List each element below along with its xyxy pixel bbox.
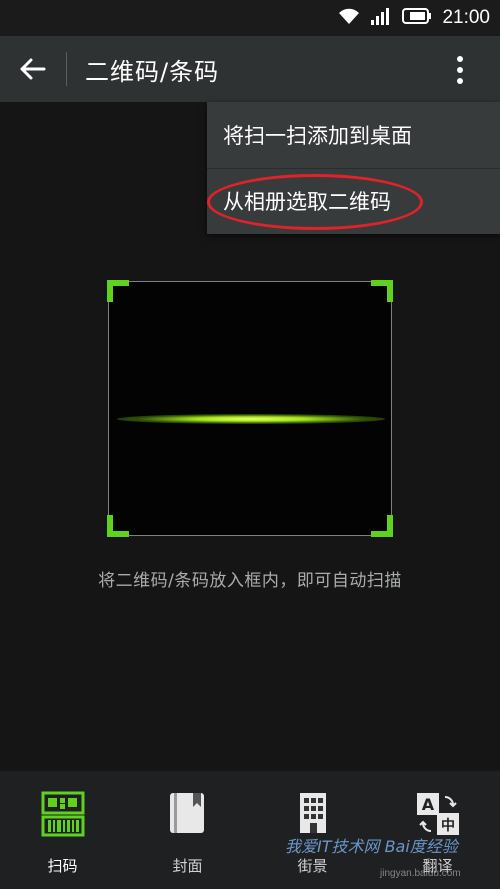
qr-barcode-icon bbox=[40, 791, 86, 837]
status-time: 21:00 bbox=[442, 7, 490, 28]
street-view-icon bbox=[290, 791, 336, 837]
scan-frame bbox=[107, 280, 393, 537]
book-cover-icon bbox=[165, 791, 211, 837]
menu-item-add-to-desktop[interactable]: 将扫一扫添加到桌面 bbox=[207, 102, 500, 168]
back-button[interactable] bbox=[0, 36, 66, 102]
battery-icon bbox=[402, 7, 432, 29]
tab-label: 街景 bbox=[297, 857, 328, 875]
page-title: 二维码/条码 bbox=[85, 57, 220, 86]
tab-label: 封面 bbox=[172, 857, 203, 875]
highlight-ellipse bbox=[207, 174, 423, 230]
tab-cover[interactable]: 封面 bbox=[125, 771, 250, 889]
tab-scan-code[interactable]: 扫码 bbox=[0, 771, 125, 889]
signal-icon bbox=[370, 7, 392, 29]
watermark: 我爱IT技术网 Bai度经验 bbox=[285, 837, 458, 856]
scan-hint: 将二维码/条码放入框内，即可自动扫描 bbox=[98, 571, 402, 591]
toolbar-divider bbox=[66, 52, 67, 86]
more-options-button[interactable] bbox=[440, 50, 480, 90]
tab-street-view[interactable]: 街景 bbox=[250, 771, 375, 889]
frame-corner bbox=[371, 515, 393, 537]
tab-label: 扫码 bbox=[47, 857, 78, 875]
frame-corner bbox=[371, 280, 393, 302]
scan-line bbox=[117, 414, 385, 424]
frame-corner bbox=[107, 515, 129, 537]
status-bar: 21:00 bbox=[0, 0, 500, 36]
watermark-url: jingyan.baidu.com bbox=[380, 868, 461, 879]
wifi-icon bbox=[338, 7, 360, 29]
arrow-left-icon bbox=[20, 58, 46, 80]
svg-text:A: A bbox=[421, 795, 434, 814]
toolbar: 二维码/条码 bbox=[0, 36, 500, 102]
more-vert-icon bbox=[457, 56, 463, 62]
frame-corner bbox=[107, 280, 129, 302]
translate-icon: A 中 bbox=[415, 791, 461, 837]
svg-text:中: 中 bbox=[441, 817, 455, 834]
